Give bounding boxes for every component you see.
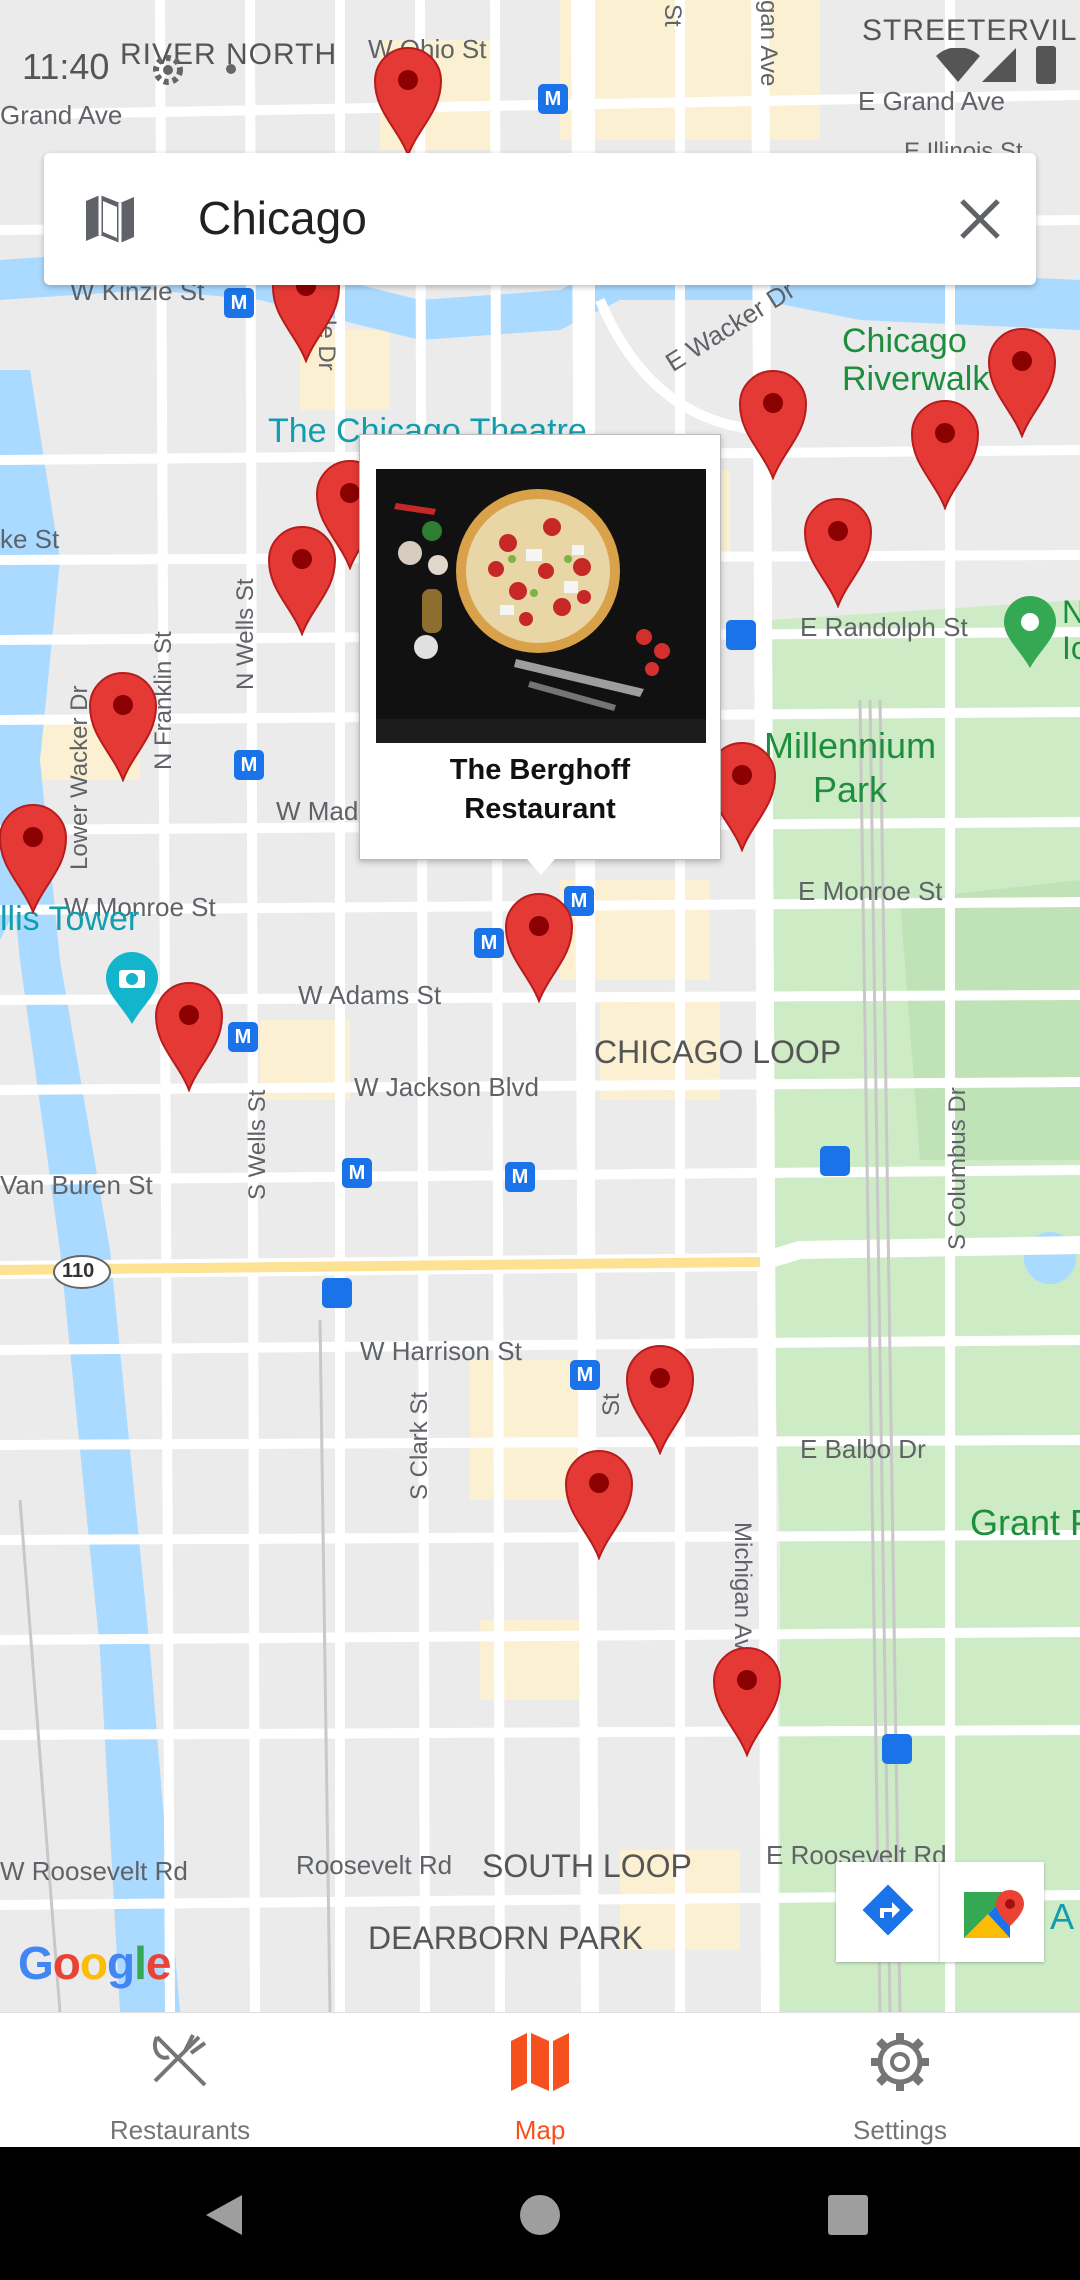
back-icon[interactable] [204,2193,244,2237]
nav-label-restaurants: Restaurants [109,2115,251,2145]
status-time: 11:40 [22,46,110,87]
notification-dot-icon [226,64,236,74]
restaurant-info-window[interactable]: The Berghoff Restaurant [359,434,721,875]
directions-button[interactable] [836,1862,940,1962]
google-maps-icon [964,1890,1024,1938]
restaurant-pin-icon[interactable] [738,368,808,480]
restaurant-pin-icon[interactable] [88,670,158,782]
map-label-n-wells-st: N Wells St [232,578,259,690]
train-station-icon [882,1734,912,1764]
home-icon[interactable] [518,2193,562,2237]
open-in-maps-button[interactable] [940,1862,1044,1962]
map-label-a-fragment: A [1050,1896,1075,1937]
directions-icon [862,1884,914,1936]
close-icon[interactable] [952,191,1008,247]
metro-station-icon: M [570,1360,600,1390]
bottom-navigation: Restaurants Map Settings [0,2012,1080,2148]
map-icon [511,2033,569,2091]
restaurant-pin-icon[interactable] [267,524,337,636]
metro-station-icon: M [474,928,504,958]
search-bar[interactable]: Chicago [44,153,1036,285]
map-label-michigan-ave: Michigan Ave [729,1522,756,1665]
system-navigation-bar [0,2147,1080,2280]
map-label-hwy-110: 110 [62,1260,95,1282]
map-label-chicago-riverwalk: Chicago Riverwalk [842,322,990,398]
map-label-w-roosevelt-rd: W Roosevelt Rd [0,1856,188,1886]
nav-item-map[interactable]: Map [360,2013,720,2148]
park-poi-icon[interactable] [1002,594,1058,670]
search-input[interactable]: Chicago [198,191,367,245]
map-icon[interactable] [82,191,138,247]
map-label-s-wells-st: S Wells St [244,1089,271,1200]
map-label-n-fragment: N Ic [1062,594,1080,666]
map-label-lake-st: ke St [0,524,60,554]
wifi-icon [936,48,980,82]
train-station-icon [726,620,756,650]
map-view[interactable]: RIVER NORTH W Ohio St STREETERVIL Grand … [0,0,1080,2012]
restaurant-pin-icon[interactable] [803,496,873,608]
metro-station-icon: M [342,1158,372,1188]
map-label-dearborn-park: DEARBORN PARK [368,1920,644,1956]
map-label-w-adams-st: W Adams St [298,980,442,1010]
map-label-st-fragment-bottom: St [598,1393,625,1416]
map-label-chicago-loop: CHICAGO LOOP [594,1034,842,1070]
restaurant-pin-icon[interactable] [0,802,68,914]
map-label-s-columbus-dr: S Columbus Dr [944,1087,971,1250]
train-station-icon [322,1278,352,1308]
restaurant-pin-icon[interactable] [504,891,574,1003]
map-label-millennium-park: Millennium Park [764,725,937,810]
map-label-e-monroe-st: E Monroe St [798,876,943,906]
restaurant-pin-icon[interactable] [564,1448,634,1560]
map-label-w-harrison-st: W Harrison St [360,1336,522,1366]
map-label-s-clark-st: S Clark St [406,1391,433,1500]
metro-station-icon: M [505,1162,535,1192]
recents-icon[interactable] [828,2195,868,2235]
nav-label-map: Map [514,2115,566,2145]
restaurant-pin-icon[interactable] [910,398,980,510]
nav-item-restaurants[interactable]: Restaurants [0,2013,360,2148]
restaurant-pin-icon[interactable] [712,1645,782,1757]
metro-station-icon: M [234,750,264,780]
restaurant-name: The Berghoff Restaurant [449,754,631,825]
nav-item-settings[interactable]: Settings [720,2013,1080,2148]
restaurant-pin-icon[interactable] [625,1343,695,1455]
gear-icon [871,2033,929,2091]
map-label-e-balbo-dr: E Balbo Dr [800,1434,926,1464]
map-label-south-loop: SOUTH LOOP [482,1848,692,1884]
map-label-van-buren-st: Van Buren St [0,1170,153,1200]
battery-icon [1036,46,1056,84]
train-station-icon [820,1146,850,1176]
fork-knife-icon [152,2034,207,2087]
metro-station-icon: M [224,288,254,318]
map-label-grant-park: Grant P [970,1502,1080,1543]
map-label-w-jackson-blvd: W Jackson Blvd [354,1072,539,1102]
cellular-signal-icon [982,48,1016,82]
map-label-roosevelt-rd: Roosevelt Rd [296,1850,453,1880]
nav-label-settings: Settings [853,2115,947,2145]
metro-station-icon: M [228,1022,258,1052]
info-window-pointer [527,859,555,875]
restaurant-pin-icon[interactable] [154,980,224,1092]
restaurant-pin-icon[interactable] [987,326,1057,438]
settings-status-icon [153,55,183,85]
camera-poi-icon[interactable] [104,950,160,1026]
google-logo: Google [18,1937,171,1989]
map-label-e-randolph-st: E Randolph St [800,612,968,642]
map-label-w-madison: W Mad [276,796,359,826]
status-bar: 11:40 [0,0,1080,135]
restaurant-photo [376,469,706,743]
